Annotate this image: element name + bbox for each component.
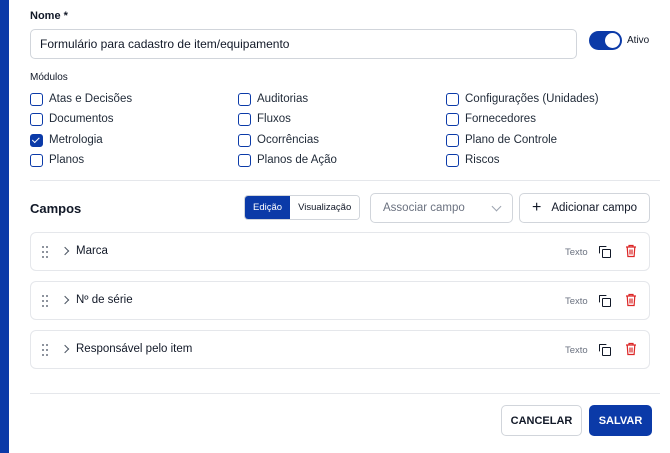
module-label: Plano de Controle bbox=[465, 134, 558, 146]
field-name: Responsável pelo item bbox=[76, 343, 193, 355]
module-label: Metrologia bbox=[49, 134, 103, 146]
module-ocorrencias[interactable]: Ocorrências bbox=[238, 132, 319, 148]
checkbox[interactable] bbox=[30, 92, 43, 106]
checkbox-checked[interactable] bbox=[30, 133, 43, 147]
module-label: Planos bbox=[49, 154, 85, 166]
form-panel: Nome * Formulário para cadastro de item/… bbox=[9, 0, 670, 453]
module-planos[interactable]: Planos bbox=[30, 152, 84, 168]
field-row[interactable]: Responsável pelo item Texto bbox=[30, 330, 650, 369]
trash-icon[interactable] bbox=[625, 293, 637, 307]
module-fluxos[interactable]: Fluxos bbox=[238, 111, 291, 127]
add-field-button[interactable]: + Adicionar campo bbox=[519, 193, 650, 223]
checkbox[interactable] bbox=[30, 153, 43, 167]
module-plano-controle[interactable]: Plano de Controle bbox=[446, 132, 557, 148]
field-row[interactable]: Marca Texto bbox=[30, 232, 650, 271]
module-fornecedores[interactable]: Fornecedores bbox=[446, 111, 536, 127]
cancel-button[interactable]: CANCELAR bbox=[501, 405, 582, 436]
copy-icon[interactable] bbox=[599, 246, 611, 258]
checkbox[interactable] bbox=[446, 112, 459, 126]
name-input[interactable]: Formulário para cadastro de item/equipam… bbox=[30, 29, 577, 59]
module-label: Configurações (Unidades) bbox=[465, 93, 599, 105]
divider bbox=[30, 393, 660, 394]
copy-icon[interactable] bbox=[599, 295, 611, 307]
drag-handle-icon[interactable] bbox=[42, 295, 50, 307]
chevron-right-icon[interactable] bbox=[60, 246, 70, 256]
trash-icon[interactable] bbox=[625, 342, 637, 356]
chevron-right-icon[interactable] bbox=[60, 344, 70, 354]
checkbox[interactable] bbox=[446, 92, 459, 106]
name-label: Nome * bbox=[30, 10, 68, 22]
save-button[interactable]: SALVAR bbox=[589, 405, 652, 436]
module-documentos[interactable]: Documentos bbox=[30, 111, 114, 127]
module-planos-acao[interactable]: Planos de Ação bbox=[238, 152, 337, 168]
chevron-down-icon bbox=[491, 201, 502, 211]
checkbox[interactable] bbox=[30, 112, 43, 126]
active-toggle[interactable] bbox=[589, 31, 622, 50]
module-label: Auditorias bbox=[257, 93, 309, 105]
trash-icon[interactable] bbox=[625, 244, 637, 258]
left-edge-strip bbox=[0, 0, 9, 453]
fields-title: Campos bbox=[30, 201, 82, 216]
copy-icon[interactable] bbox=[599, 344, 611, 356]
tab-edicao[interactable]: Edição bbox=[245, 196, 291, 219]
checkbox[interactable] bbox=[446, 133, 459, 147]
module-label: Riscos bbox=[465, 154, 500, 166]
modules-label: Módulos bbox=[30, 72, 68, 83]
associate-field-select[interactable]: Associar campo bbox=[370, 193, 513, 223]
toggle-knob bbox=[605, 33, 620, 48]
module-label: Documentos bbox=[49, 113, 114, 125]
field-type: Texto bbox=[565, 345, 588, 356]
associate-placeholder: Associar campo bbox=[383, 202, 465, 214]
module-label: Planos de Ação bbox=[257, 154, 337, 166]
module-metrologia[interactable]: Metrologia bbox=[30, 132, 103, 148]
chevron-right-icon[interactable] bbox=[60, 295, 70, 305]
module-configuracoes[interactable]: Configurações (Unidades) bbox=[446, 91, 599, 107]
module-label: Ocorrências bbox=[257, 134, 319, 146]
module-label: Fluxos bbox=[257, 113, 291, 125]
field-name: Nº de série bbox=[76, 294, 133, 306]
checkbox[interactable] bbox=[446, 153, 459, 167]
field-name: Marca bbox=[76, 245, 108, 257]
module-atas-decisoes[interactable]: Atas e Decisões bbox=[30, 91, 132, 107]
module-auditorias[interactable]: Auditorias bbox=[238, 91, 308, 107]
tab-visualizacao[interactable]: Visualização bbox=[290, 196, 360, 219]
view-mode-toggle: Edição Visualização bbox=[244, 195, 361, 220]
checkbox[interactable] bbox=[238, 133, 251, 147]
active-label: Ativo bbox=[627, 35, 650, 46]
drag-handle-icon[interactable] bbox=[42, 344, 50, 356]
divider bbox=[30, 180, 660, 181]
plus-icon: + bbox=[532, 199, 542, 216]
checkbox[interactable] bbox=[238, 92, 251, 106]
checkbox[interactable] bbox=[238, 153, 251, 167]
add-field-label: Adicionar campo bbox=[551, 202, 637, 214]
module-riscos[interactable]: Riscos bbox=[446, 152, 500, 168]
field-row[interactable]: Nº de série Texto bbox=[30, 281, 650, 320]
field-type: Texto bbox=[565, 247, 588, 258]
module-label: Atas e Decisões bbox=[49, 93, 133, 105]
module-label: Fornecedores bbox=[465, 113, 536, 125]
drag-handle-icon[interactable] bbox=[42, 246, 50, 258]
field-type: Texto bbox=[565, 296, 588, 307]
checkbox[interactable] bbox=[238, 112, 251, 126]
